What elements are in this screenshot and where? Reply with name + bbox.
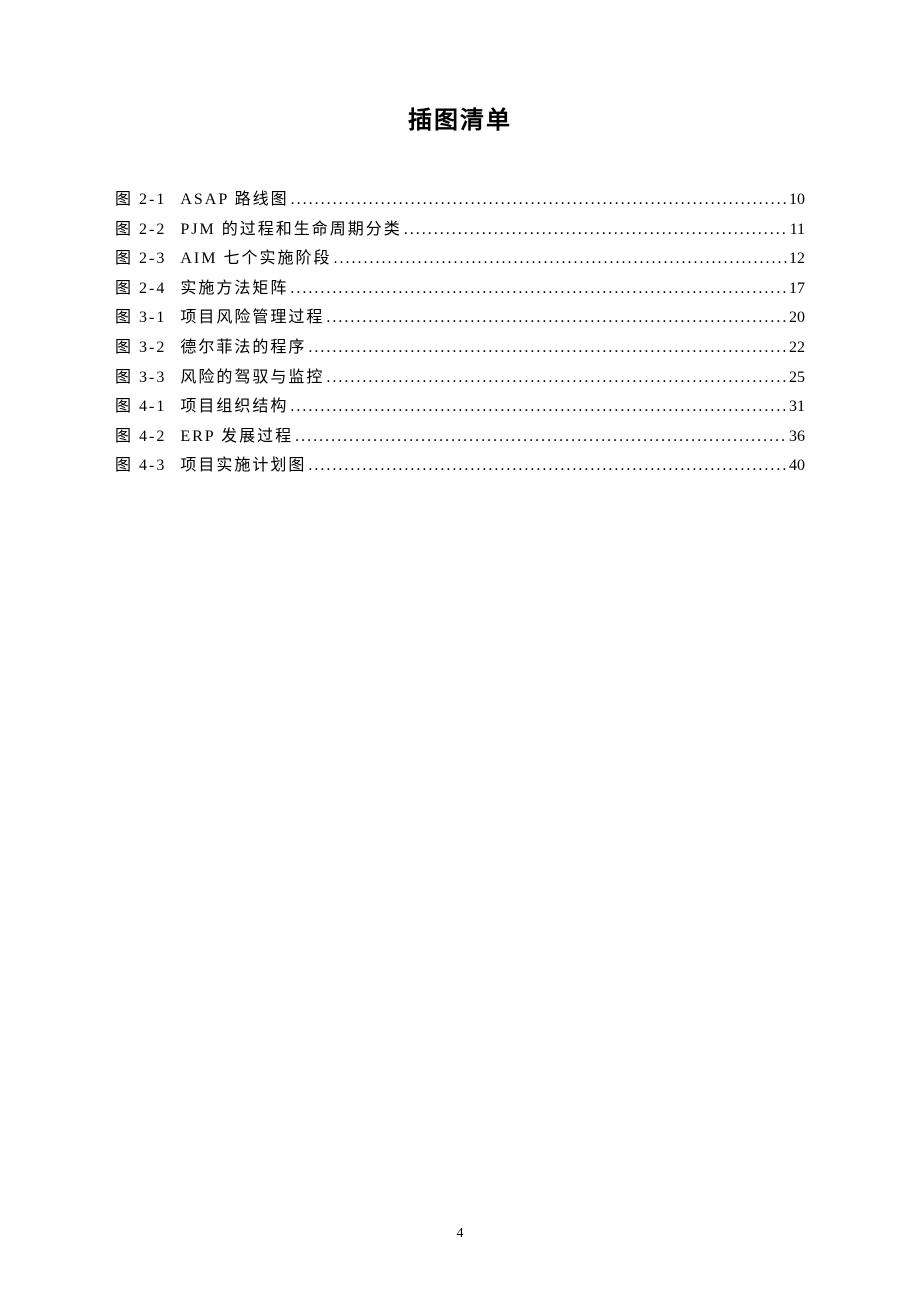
toc-page: 31 (789, 392, 805, 422)
toc-row: 图 3-3 风险的驾驭与监控 25 (115, 363, 805, 393)
toc-dots (308, 451, 787, 481)
toc-label: 图 4-1 (115, 392, 166, 422)
toc-row: 图 2-3 AIM 七个实施阶段 12 (115, 244, 805, 274)
toc-dots (326, 363, 787, 393)
toc-dots (326, 303, 787, 333)
toc-label: 图 4-2 (115, 422, 166, 452)
toc-page: 11 (790, 215, 805, 245)
toc-row: 图 3-1 项目风险管理过程 20 (115, 303, 805, 333)
toc-text: 项目风险管理过程 (180, 303, 324, 333)
toc-label: 图 4-3 (115, 451, 166, 481)
toc-label: 图 2-2 (115, 215, 166, 245)
page-title: 插图清单 (115, 100, 805, 135)
toc-page: 25 (789, 363, 805, 393)
toc-page: 17 (789, 274, 805, 304)
toc-row: 图 2-4 实施方法矩阵 17 (115, 274, 805, 304)
toc-text: ERP 发展过程 (180, 422, 293, 452)
toc-text: 项目实施计划图 (180, 451, 306, 481)
toc-text: PJM 的过程和生命周期分类 (180, 215, 401, 245)
toc-row: 图 2-2 PJM 的过程和生命周期分类 11 (115, 215, 805, 245)
page-number: 4 (0, 1226, 920, 1242)
toc-text: 项目组织结构 (180, 392, 288, 422)
toc-row: 图 4-2 ERP 发展过程 36 (115, 422, 805, 452)
toc-label: 图 2-4 (115, 274, 166, 304)
toc-row: 图 4-1 项目组织结构 31 (115, 392, 805, 422)
toc-dots (291, 185, 787, 215)
toc-page: 20 (789, 303, 805, 333)
toc-row: 图 3-2 德尔菲法的程序 22 (115, 333, 805, 363)
toc-label: 图 3-2 (115, 333, 166, 363)
toc-label: 图 2-1 (115, 185, 166, 215)
toc-dots (404, 215, 788, 245)
toc-page: 40 (789, 451, 805, 481)
toc-text: 风险的驾驭与监控 (180, 363, 324, 393)
toc-page: 22 (789, 333, 805, 363)
toc-label: 图 3-3 (115, 363, 166, 393)
toc-list: 图 2-1 ASAP 路线图 10 图 2-2 PJM 的过程和生命周期分类 1… (115, 185, 805, 481)
toc-page: 36 (789, 422, 805, 452)
toc-text: 德尔菲法的程序 (180, 333, 306, 363)
toc-label: 图 2-3 (115, 244, 166, 274)
toc-dots (290, 392, 787, 422)
toc-dots (290, 274, 787, 304)
toc-dots (295, 422, 787, 452)
toc-row: 图 2-1 ASAP 路线图 10 (115, 185, 805, 215)
toc-dots (333, 244, 787, 274)
toc-text: 实施方法矩阵 (180, 274, 288, 304)
toc-label: 图 3-1 (115, 303, 166, 333)
toc-text: ASAP 路线图 (180, 185, 288, 215)
toc-page: 12 (789, 244, 805, 274)
toc-row: 图 4-3 项目实施计划图 40 (115, 451, 805, 481)
toc-text: AIM 七个实施阶段 (180, 244, 331, 274)
toc-page: 10 (789, 185, 805, 215)
toc-dots (308, 333, 787, 363)
